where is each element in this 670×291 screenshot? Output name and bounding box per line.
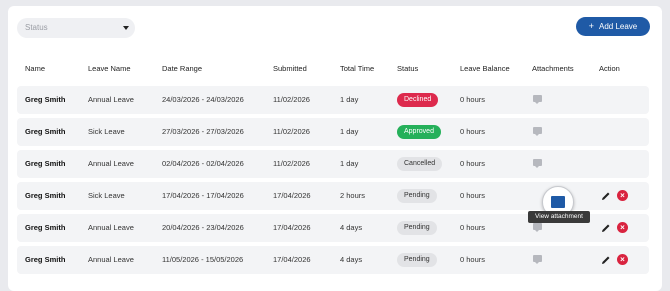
add-leave-label: Add Leave [599, 22, 638, 31]
status-filter-select[interactable]: Status [17, 18, 135, 38]
cell-submitted: 11/02/2026 [273, 95, 310, 104]
table-row: Greg Smith Annual Leave 02/04/2026 - 02/… [17, 150, 649, 178]
table-header: Name Leave Name Date Range Submitted Tot… [8, 64, 662, 78]
cell-name: Greg Smith [25, 95, 66, 104]
cell-date-range: 11/05/2026 - 15/05/2026 [162, 255, 244, 264]
cell-name: Greg Smith [25, 223, 66, 232]
cell-date-range: 02/04/2026 - 02/04/2026 [162, 159, 244, 168]
cell-submitted: 17/04/2026 [273, 191, 311, 200]
status-badge: Pending [397, 221, 437, 235]
tooltip: View attachment [528, 211, 590, 223]
col-header-leave-name: Leave Name [88, 64, 131, 73]
cell-name: Greg Smith [25, 159, 66, 168]
comment-icon[interactable] [533, 159, 542, 168]
comment-icon[interactable] [533, 223, 542, 232]
cell-leave-balance: 0 hours [460, 191, 486, 200]
col-header-status: Status [397, 64, 419, 73]
cell-submitted: 17/04/2026 [273, 223, 311, 232]
add-leave-button[interactable]: + Add Leave [576, 17, 650, 36]
image-icon [551, 196, 565, 208]
cell-name: Greg Smith [25, 255, 66, 264]
status-badge: Declined [397, 93, 439, 107]
cell-submitted: 11/02/2026 [273, 159, 310, 168]
pencil-icon[interactable] [601, 223, 611, 233]
cell-submitted: 11/02/2026 [273, 127, 310, 136]
cell-leave-name: Sick Leave [88, 191, 125, 200]
cell-leave-name: Annual Leave [88, 255, 134, 264]
cell-date-range: 20/04/2026 - 23/04/2026 [162, 223, 244, 232]
status-badge: Pending [397, 189, 437, 203]
table-row: Greg Smith Annual Leave 24/03/2026 - 24/… [17, 86, 649, 114]
col-header-attachments: Attachments [532, 64, 574, 73]
delete-icon[interactable]: × [617, 190, 628, 201]
leave-panel: Status + Add Leave Name Leave Name Date R… [8, 6, 662, 291]
cell-total-time: 1 day [340, 159, 359, 168]
cell-leave-name: Annual Leave [88, 159, 134, 168]
cell-total-time: 4 days [340, 223, 363, 232]
cell-submitted: 17/04/2026 [273, 255, 311, 264]
comment-icon[interactable] [533, 127, 542, 136]
cell-date-range: 24/03/2026 - 24/03/2026 [162, 95, 244, 104]
comment-icon[interactable] [533, 95, 542, 104]
plus-icon: + [588, 21, 594, 31]
delete-icon[interactable]: × [617, 222, 628, 233]
cell-leave-name: Annual Leave [88, 223, 134, 232]
col-header-submitted: Submitted [273, 64, 307, 73]
col-header-total-time: Total Time [340, 64, 375, 73]
cell-date-range: 27/03/2026 - 27/03/2026 [162, 127, 244, 136]
cell-leave-balance: 0 hours [460, 223, 486, 232]
cell-leave-balance: 0 hours [460, 159, 486, 168]
pencil-icon[interactable] [601, 255, 611, 265]
table-row: Greg Smith Annual Leave 11/05/2026 - 15/… [17, 246, 649, 274]
cell-total-time: 2 hours [340, 191, 366, 200]
status-badge: Pending [397, 253, 437, 267]
cell-leave-balance: 0 hours [460, 127, 486, 136]
table-row: Greg Smith Sick Leave 27/03/2026 - 27/03… [17, 118, 649, 146]
delete-icon[interactable]: × [617, 254, 628, 265]
chevron-down-icon [123, 26, 129, 30]
col-header-action: Action [599, 64, 620, 73]
status-badge: Cancelled [397, 157, 443, 171]
status-filter-placeholder: Status [25, 23, 48, 32]
cell-leave-name: Annual Leave [88, 95, 134, 104]
cell-total-time: 4 days [340, 255, 363, 264]
cell-total-time: 1 day [340, 95, 359, 104]
cell-leave-balance: 0 hours [460, 255, 486, 264]
col-header-leave-balance: Leave Balance [460, 64, 510, 73]
cell-date-range: 17/04/2026 - 17/04/2026 [162, 191, 244, 200]
col-header-date-range: Date Range [162, 64, 203, 73]
cell-leave-name: Sick Leave [88, 127, 125, 136]
col-header-name: Name [25, 64, 46, 73]
status-badge: Approved [397, 125, 441, 139]
cell-total-time: 1 day [340, 127, 359, 136]
comment-icon[interactable] [533, 255, 542, 264]
cell-name: Greg Smith [25, 191, 66, 200]
pencil-icon[interactable] [601, 191, 611, 201]
cell-leave-balance: 0 hours [460, 95, 486, 104]
cell-name: Greg Smith [25, 127, 66, 136]
